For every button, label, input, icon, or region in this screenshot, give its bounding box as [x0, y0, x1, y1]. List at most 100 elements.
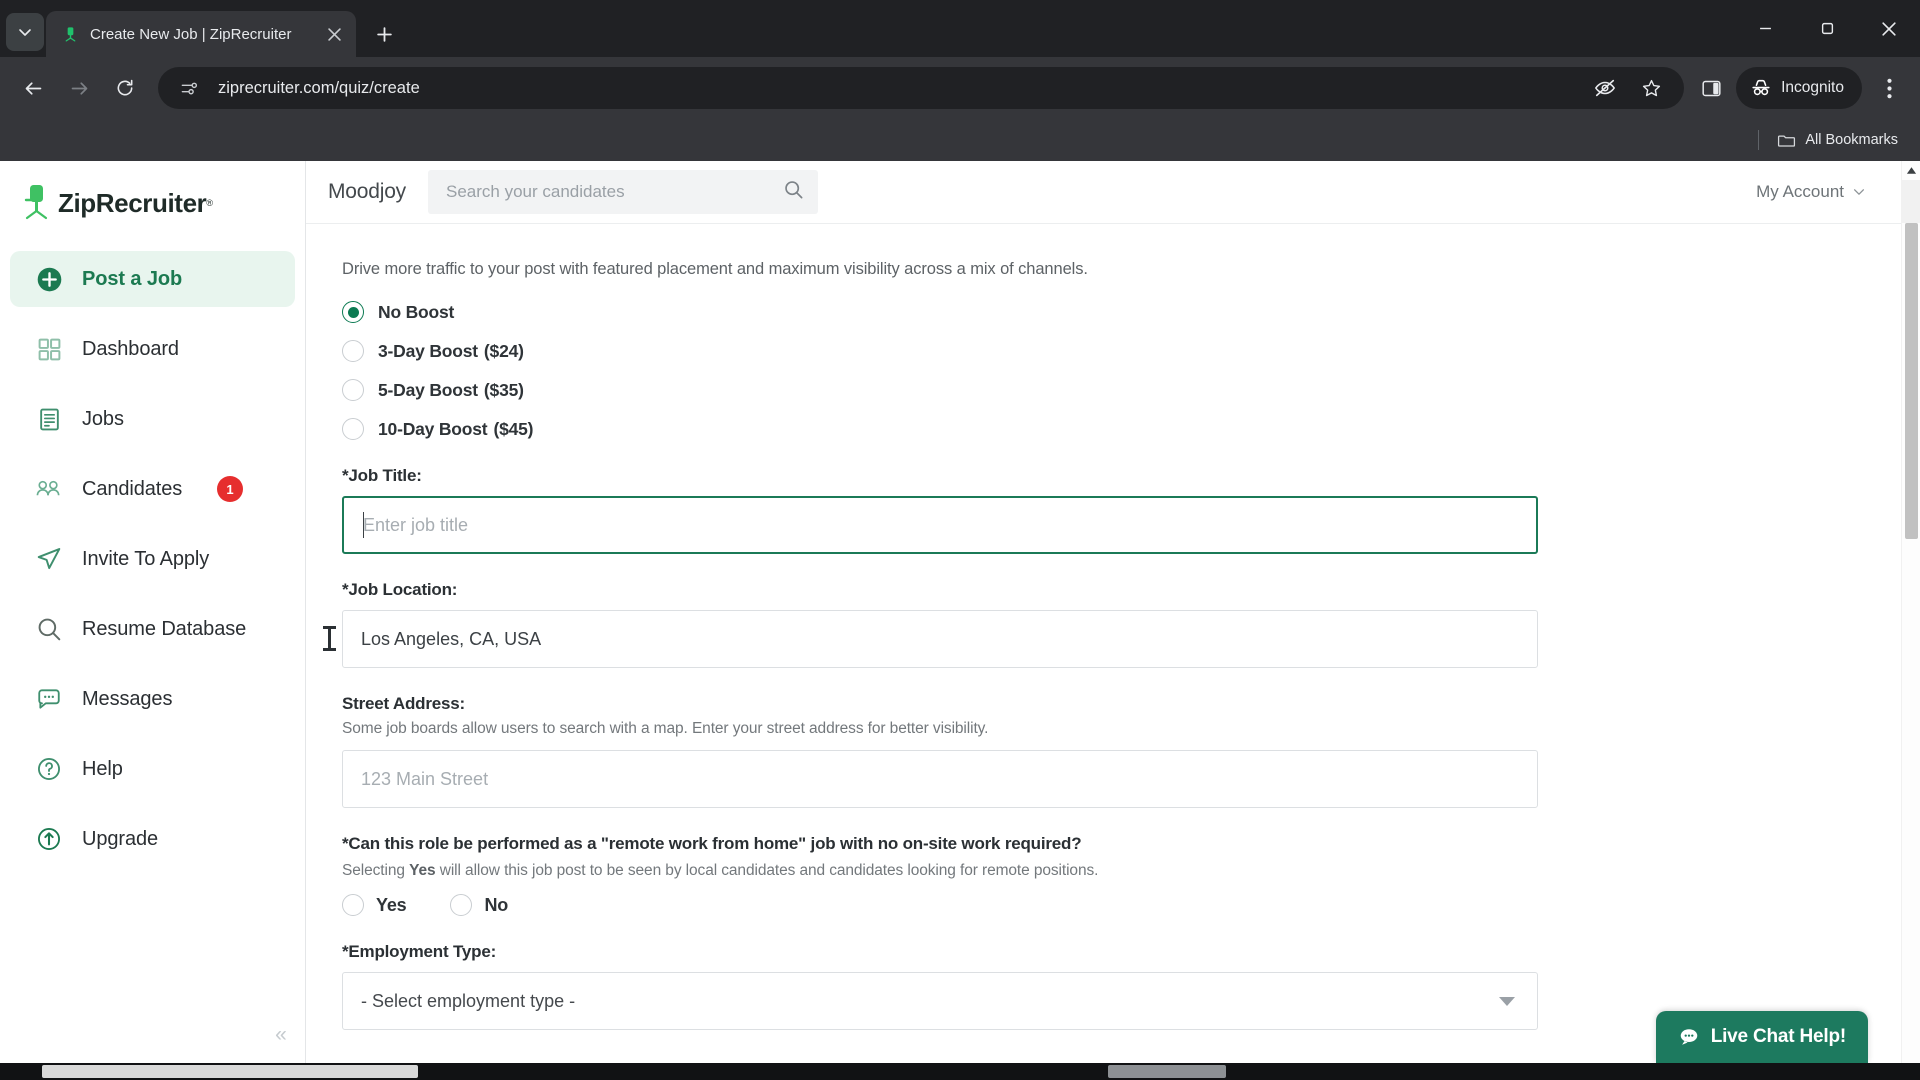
boost-option-price: ($24) [483, 340, 524, 361]
boost-option-label: 3-Day Boost [378, 340, 478, 361]
sidebar-item-post-a-job[interactable]: Post a Job [10, 251, 295, 307]
back-button[interactable] [12, 67, 54, 109]
sidebar-item-label: Invite To Apply [82, 547, 210, 570]
incognito-label: Incognito [1781, 79, 1844, 96]
remote-yes-no-group: Yes No [342, 894, 1546, 916]
maximize-button[interactable] [1796, 0, 1858, 57]
job-location-input[interactable]: Los Angeles, CA, USA [342, 610, 1538, 668]
collapse-sidebar-button[interactable]: « [268, 1022, 294, 1048]
scrollbar-thumb[interactable] [1905, 223, 1918, 539]
tab-search-chevron-icon[interactable] [6, 13, 44, 51]
browser-toolbar: ziprecruiter.com/quiz/create Incognito [0, 57, 1920, 119]
sidebar-item-jobs[interactable]: Jobs [10, 391, 295, 447]
scroll-up-arrow[interactable] [1902, 161, 1920, 180]
boost-option-10-day[interactable]: 10-Day Boost ($45) [342, 418, 1546, 440]
remote-no-label: No [484, 894, 509, 915]
tracking-protection-icon[interactable] [1590, 73, 1620, 103]
new-tab-button[interactable] [366, 16, 402, 52]
sidebar-item-label: Dashboard [82, 337, 179, 360]
sidebar-nav: Post a Job Dashboard Jobs Candidates 1 I… [0, 245, 305, 867]
radio-no-boost[interactable] [342, 301, 364, 323]
question-circle-icon [34, 754, 64, 784]
sidebar-item-label: Resume Database [82, 617, 247, 640]
job-location-label: *Job Location: [342, 580, 458, 599]
live-chat-button[interactable]: Live Chat Help! [1655, 1011, 1868, 1063]
remote-work-field: *Can this role be performed as a "remote… [342, 834, 1546, 916]
job-location-value: Los Angeles, CA, USA [361, 628, 542, 649]
remote-option-no[interactable]: No [450, 894, 508, 916]
street-address-placeholder: 123 Main Street [361, 768, 489, 789]
chrome-menu-icon[interactable] [1870, 67, 1908, 109]
candidates-count-badge: 1 [217, 476, 243, 502]
remote-hint: Selecting Yes will allow this job post t… [342, 862, 1546, 880]
boost-lead-text: Drive more traffic to your post with fea… [342, 260, 1088, 278]
candidate-search-box[interactable] [427, 170, 818, 214]
remote-yes-label: Yes [376, 894, 407, 915]
plus-circle-icon [34, 264, 64, 294]
minimize-button[interactable] [1734, 0, 1796, 57]
logo-text: ZipRecruiter [58, 187, 207, 218]
street-address-input[interactable]: 123 Main Street [342, 750, 1538, 808]
side-panel-icon[interactable] [1696, 73, 1726, 103]
sidebar-item-resume-database[interactable]: Resume Database [10, 601, 295, 657]
sidebar-item-label: Post a Job [82, 267, 183, 290]
close-window-button[interactable] [1858, 0, 1920, 57]
horizontal-scrollbar-thumb-secondary[interactable] [1108, 1065, 1226, 1078]
radio-5-day-boost[interactable] [342, 379, 364, 401]
sidebar-item-upgrade[interactable]: Upgrade [10, 811, 295, 867]
job-title-input[interactable]: Enter job title [342, 496, 1538, 554]
search-input[interactable] [445, 182, 783, 202]
scrollbar-track[interactable] [1902, 180, 1920, 223]
ziprecruiter-logo[interactable]: ZipRecruiter ® [0, 161, 305, 245]
site-settings-icon[interactable] [174, 73, 204, 103]
sidebar-item-messages[interactable]: Messages [10, 671, 295, 727]
street-address-hint: Some job boards allow users to search wi… [342, 720, 989, 737]
chat-bubble-icon [34, 684, 64, 714]
search-icon[interactable] [783, 179, 804, 205]
all-bookmarks-button[interactable]: All Bookmarks [1777, 131, 1898, 150]
tab-title: Create New Job | ZipRecruiter [90, 25, 292, 43]
window-controls [1734, 0, 1920, 57]
chevron-down-icon[interactable] [1499, 996, 1515, 1006]
sidebar-item-help[interactable]: Help [10, 741, 295, 797]
sidebar-item-label: Help [82, 757, 123, 780]
sidebar-item-invite-to-apply[interactable]: Invite To Apply [10, 531, 295, 587]
forward-button[interactable] [58, 67, 100, 109]
sidebar-item-label: Upgrade [82, 827, 159, 850]
radio-remote-yes[interactable] [342, 894, 364, 916]
app-header: Moodjoy My Account [306, 161, 1920, 224]
address-bar[interactable]: ziprecruiter.com/quiz/create [158, 67, 1685, 109]
my-account-menu[interactable]: My Account [1756, 182, 1866, 202]
employment-type-value: - Select employment type - [361, 990, 576, 1011]
sidebar-item-dashboard[interactable]: Dashboard [10, 321, 295, 377]
sidebar-item-candidates[interactable]: Candidates 1 [10, 461, 295, 517]
radio-remote-no[interactable] [450, 894, 473, 916]
remote-option-yes[interactable]: Yes [342, 894, 407, 916]
employment-type-select[interactable]: - Select employment type - [342, 972, 1538, 1030]
ziprecruiter-favicon-icon [60, 24, 80, 44]
boost-option-5-day[interactable]: 5-Day Boost ($35) [342, 379, 1546, 401]
sidebar-item-label: Candidates [82, 477, 183, 500]
radio-10-day-boost[interactable] [342, 418, 364, 440]
boost-option-no-boost[interactable]: No Boost [342, 301, 1546, 323]
employment-type-label: *Employment Type: [342, 942, 497, 961]
tab-close-icon[interactable] [322, 22, 346, 46]
folder-icon [1778, 135, 1796, 147]
horizontal-scrollbar-thumb[interactable] [42, 1065, 418, 1078]
grid-icon [34, 334, 64, 364]
bookmark-star-icon[interactable] [1636, 73, 1666, 103]
reload-button[interactable] [104, 67, 146, 109]
incognito-indicator[interactable]: Incognito [1736, 67, 1862, 109]
paper-plane-icon [34, 544, 64, 574]
horizontal-scrollbar[interactable] [0, 1063, 1920, 1080]
my-account-label: My Account [1756, 182, 1844, 201]
browser-tab[interactable]: Create New Job | ZipRecruiter [46, 11, 356, 57]
main-area: Moodjoy My Account Drive more traffic to… [306, 161, 1920, 1080]
bookmarks-bar: All Bookmarks [0, 119, 1920, 161]
job-title-placeholder: Enter job title [363, 514, 469, 535]
boost-option-3-day[interactable]: 3-Day Boost ($24) [342, 340, 1546, 362]
app-sidebar: ZipRecruiter ® Post a Job Dashboard Jobs… [0, 161, 306, 1080]
radio-3-day-boost[interactable] [342, 340, 364, 362]
chair-logo-icon [24, 185, 48, 220]
page-vertical-scrollbar[interactable] [1901, 161, 1920, 1080]
